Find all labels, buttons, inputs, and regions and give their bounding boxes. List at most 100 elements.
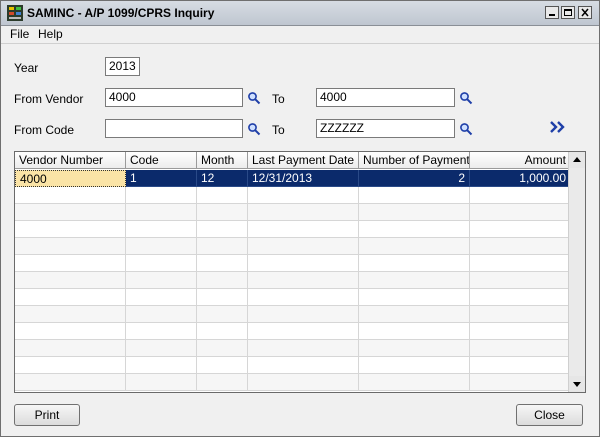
grid-cell[interactable] [197, 357, 248, 374]
year-field[interactable]: 2013 [105, 57, 140, 76]
grid-cell[interactable] [15, 187, 126, 204]
grid-cell[interactable] [15, 323, 126, 340]
scroll-down-button[interactable] [569, 376, 585, 392]
grid-cell[interactable] [359, 187, 470, 204]
table-row[interactable] [15, 221, 571, 238]
lookup-to-vendor-icon[interactable] [459, 91, 473, 105]
grid-cell[interactable] [248, 221, 359, 238]
table-row[interactable] [15, 238, 571, 255]
grid-cell[interactable] [470, 374, 571, 391]
grid-cell[interactable] [248, 306, 359, 323]
grid-cell[interactable] [359, 238, 470, 255]
grid-cell[interactable] [248, 374, 359, 391]
table-row[interactable]: 4000 1 12 12/31/2013 2 1,000.00 [15, 170, 571, 187]
table-row[interactable] [15, 255, 571, 272]
grid-cell[interactable] [470, 340, 571, 357]
grid-cell[interactable] [248, 238, 359, 255]
vertical-scrollbar[interactable] [568, 152, 585, 392]
grid-cell[interactable] [197, 306, 248, 323]
grid-cell[interactable] [15, 340, 126, 357]
grid-cell[interactable] [197, 187, 248, 204]
to-vendor-field[interactable]: 4000 [316, 88, 455, 107]
grid-cell[interactable] [126, 187, 197, 204]
grid-cell[interactable] [15, 255, 126, 272]
close-button[interactable]: Close [516, 404, 583, 426]
table-row[interactable] [15, 374, 571, 391]
grid-cell[interactable] [197, 204, 248, 221]
grid-cell[interactable] [359, 306, 470, 323]
table-row[interactable] [15, 187, 571, 204]
grid-cell[interactable] [15, 204, 126, 221]
table-row[interactable] [15, 323, 571, 340]
scroll-up-button[interactable] [569, 152, 585, 168]
grid-cell[interactable] [470, 221, 571, 238]
grid-cell[interactable] [248, 255, 359, 272]
grid-cell[interactable] [470, 357, 571, 374]
grid-cell[interactable] [359, 374, 470, 391]
menu-help[interactable]: Help [38, 27, 63, 41]
column-header-last-payment-date[interactable]: Last Payment Date [248, 152, 359, 169]
grid-cell[interactable] [470, 187, 571, 204]
grid-cell[interactable] [126, 272, 197, 289]
grid-cell[interactable] [126, 255, 197, 272]
grid-cell[interactable] [126, 289, 197, 306]
grid-cell[interactable] [470, 306, 571, 323]
title-bar[interactable]: SAMINC - A/P 1099/CPRS Inquiry [1, 1, 599, 26]
grid-cell[interactable] [359, 255, 470, 272]
grid-cell[interactable] [248, 272, 359, 289]
grid-cell[interactable] [470, 323, 571, 340]
grid-cell[interactable] [15, 306, 126, 323]
print-button[interactable]: Print [14, 404, 80, 426]
grid-cell[interactable] [197, 221, 248, 238]
grid-cell[interactable] [126, 221, 197, 238]
grid-cell[interactable] [359, 272, 470, 289]
close-window-button[interactable] [578, 6, 592, 19]
cell-code[interactable]: 1 [126, 170, 197, 187]
grid-cell[interactable] [197, 238, 248, 255]
grid-cell[interactable] [15, 357, 126, 374]
grid-cell[interactable] [197, 340, 248, 357]
cell-last-payment-date[interactable]: 12/31/2013 [248, 170, 359, 187]
grid-cell[interactable] [470, 272, 571, 289]
grid-cell[interactable] [470, 204, 571, 221]
grid-cell[interactable] [15, 289, 126, 306]
column-header-vendor-number[interactable]: Vendor Number [15, 152, 126, 169]
grid-cell[interactable] [359, 323, 470, 340]
table-row[interactable] [15, 357, 571, 374]
grid-cell[interactable] [359, 340, 470, 357]
double-chevron-right-icon[interactable] [549, 120, 567, 134]
results-grid[interactable]: Vendor Number Code Month Last Payment Da… [14, 151, 586, 393]
grid-cell[interactable] [197, 289, 248, 306]
grid-cell[interactable] [197, 255, 248, 272]
grid-cell[interactable] [359, 204, 470, 221]
column-header-number-of-payments[interactable]: Number of Payments [359, 152, 470, 169]
grid-cell[interactable] [470, 238, 571, 255]
cell-number-of-payments[interactable]: 2 [359, 170, 470, 187]
table-row[interactable] [15, 306, 571, 323]
from-code-field[interactable] [105, 119, 243, 138]
grid-cell[interactable] [126, 238, 197, 255]
table-row[interactable] [15, 272, 571, 289]
column-header-amount[interactable]: Amount [470, 152, 571, 169]
grid-cell[interactable] [126, 374, 197, 391]
grid-cell[interactable] [15, 374, 126, 391]
grid-cell[interactable] [126, 340, 197, 357]
menu-file[interactable]: File [10, 27, 29, 41]
maximize-button[interactable] [561, 6, 575, 19]
table-row[interactable] [15, 204, 571, 221]
table-row[interactable] [15, 340, 571, 357]
grid-cell[interactable] [248, 323, 359, 340]
grid-cell[interactable] [15, 272, 126, 289]
grid-cell[interactable] [126, 204, 197, 221]
grid-cell[interactable] [15, 221, 126, 238]
grid-cell[interactable] [197, 323, 248, 340]
grid-cell[interactable] [470, 255, 571, 272]
from-vendor-field[interactable]: 4000 [105, 88, 243, 107]
grid-cell[interactable] [126, 306, 197, 323]
column-header-month[interactable]: Month [197, 152, 248, 169]
lookup-from-vendor-icon[interactable] [247, 91, 261, 105]
grid-cell[interactable] [15, 238, 126, 255]
grid-cell[interactable] [197, 272, 248, 289]
grid-cell[interactable] [197, 374, 248, 391]
grid-cell[interactable] [248, 187, 359, 204]
